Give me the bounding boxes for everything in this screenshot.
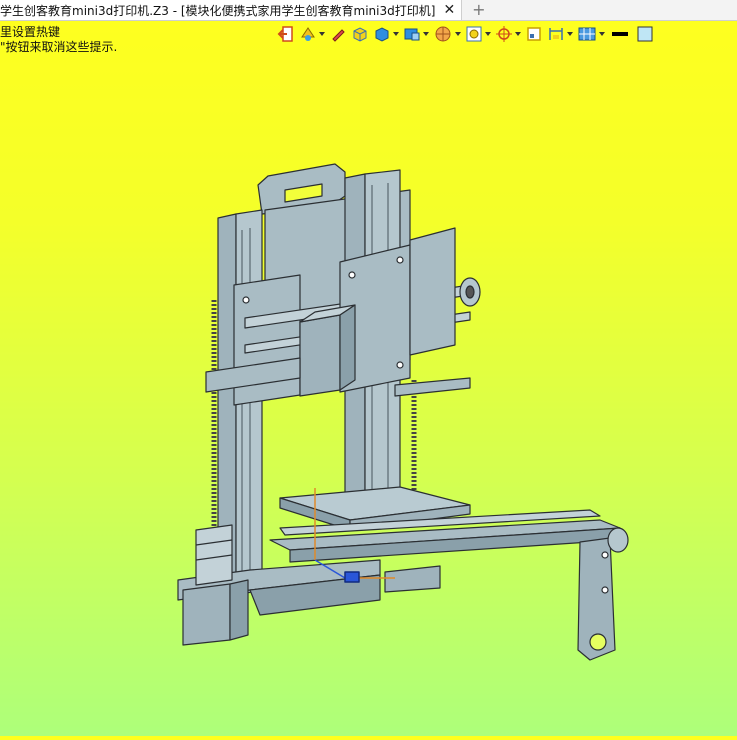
box-blue-button[interactable] xyxy=(372,23,400,45)
right-side-plate xyxy=(409,227,456,356)
hotend-bracket xyxy=(394,377,471,397)
z-axis-motor xyxy=(182,579,249,646)
document-tab-title: 学生创客教育mini3d打印机.Z3 - [模块化便携式家用学生创客教育mini… xyxy=(0,3,436,18)
target-icon xyxy=(496,26,512,42)
dimension-icon xyxy=(549,28,563,40)
square-icon xyxy=(527,27,541,41)
view-toolbar xyxy=(276,22,656,46)
chevron-down-icon xyxy=(567,32,573,36)
dimension-button[interactable] xyxy=(546,23,574,45)
square-button[interactable] xyxy=(524,23,544,45)
fill-color-icon xyxy=(637,26,653,42)
box-color-button[interactable] xyxy=(350,23,370,45)
close-icon[interactable]: ✕ xyxy=(443,0,455,20)
z-coupler xyxy=(195,524,233,586)
exit-icon xyxy=(277,26,293,42)
target-button[interactable] xyxy=(494,23,522,45)
chevron-down-icon xyxy=(485,32,491,36)
zoom-view-button[interactable] xyxy=(464,23,492,45)
document-tab[interactable]: 学生创客教育mini3d打印机.Z3 - [模块化便携式家用学生创客教育mini… xyxy=(0,0,463,20)
exit-button[interactable] xyxy=(276,23,296,45)
printer-model xyxy=(177,163,629,661)
belt-pulley xyxy=(459,277,481,307)
chevron-down-icon xyxy=(319,32,325,36)
chevron-down-icon xyxy=(515,32,521,36)
sphere-view-button[interactable] xyxy=(432,23,462,45)
line-color-button[interactable] xyxy=(608,23,632,45)
new-tab-icon[interactable]: + xyxy=(472,0,485,20)
tab-bar: 学生创客教育mini3d打印机.Z3 - [模块化便携式家用学生创客教育mini… xyxy=(0,0,737,21)
shaded-view-button[interactable] xyxy=(402,23,430,45)
box-blue-icon xyxy=(375,27,389,42)
pen-button[interactable] xyxy=(328,23,348,45)
pen-icon xyxy=(332,29,345,42)
y-end-pulley xyxy=(607,527,629,553)
box-color-icon xyxy=(353,27,367,42)
sphere-view-icon xyxy=(435,26,451,42)
hint-line-1: 里设置热键 xyxy=(0,25,61,39)
y-axis-motor xyxy=(384,565,441,593)
line-color-icon xyxy=(612,32,628,36)
fill-color-button[interactable] xyxy=(634,23,656,45)
grid-icon xyxy=(578,27,596,41)
render-mode-icon xyxy=(301,27,315,41)
chevron-down-icon xyxy=(393,32,399,36)
chevron-down-icon xyxy=(455,32,461,36)
grid-button[interactable] xyxy=(576,23,606,45)
shaded-view-icon xyxy=(404,28,420,41)
chevron-down-icon xyxy=(423,32,429,36)
extruder-motor xyxy=(299,304,356,397)
render-mode-button[interactable] xyxy=(298,23,326,45)
front-arm xyxy=(577,537,616,661)
3d-viewport[interactable] xyxy=(0,47,737,736)
zoom-view-icon xyxy=(466,26,482,42)
chevron-down-icon xyxy=(599,32,605,36)
